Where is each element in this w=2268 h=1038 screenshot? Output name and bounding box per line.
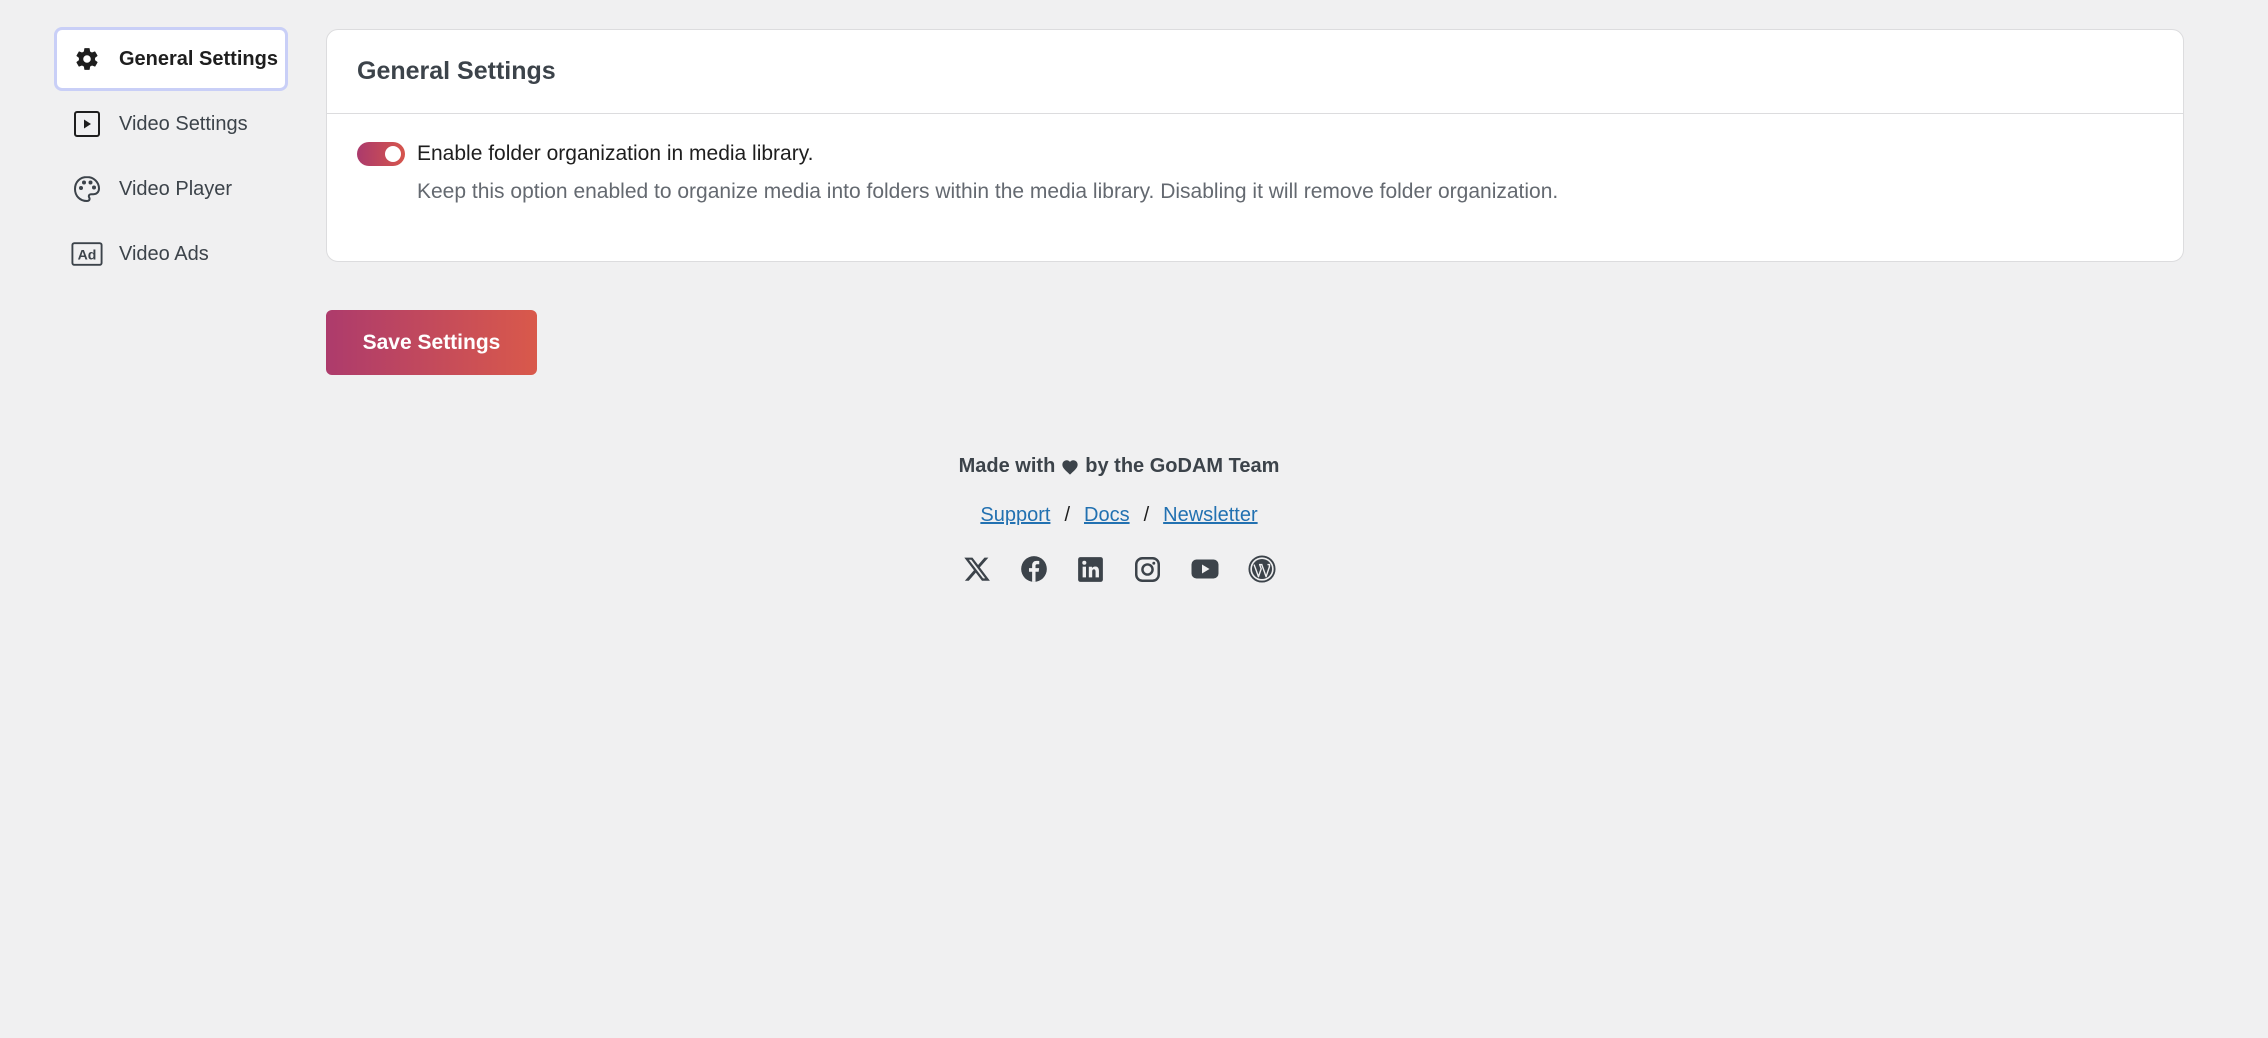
newsletter-link[interactable]: Newsletter xyxy=(1163,504,1257,527)
ad-icon: Ad xyxy=(71,238,103,270)
made-with-prefix: Made with xyxy=(958,455,1056,477)
made-with-suffix: by the GoDAM Team xyxy=(1085,455,1280,477)
play-square-icon xyxy=(71,108,103,140)
youtube-icon[interactable] xyxy=(1191,555,1219,583)
sidebar-item-video-ads[interactable]: Ad Video Ads xyxy=(54,222,288,286)
folder-organization-toggle[interactable] xyxy=(357,142,405,166)
folder-organization-help: Keep this option enabled to organize med… xyxy=(417,180,1559,203)
save-settings-button[interactable]: Save Settings xyxy=(326,310,537,375)
link-separator: / xyxy=(1143,504,1150,526)
card-title: General Settings xyxy=(357,57,556,85)
sidebar-item-video-player[interactable]: Video Player xyxy=(54,157,288,221)
svg-text:Ad: Ad xyxy=(78,247,97,263)
made-with-text: Made with by the GoDAM Team xyxy=(326,455,1912,478)
sidebar-item-video-settings[interactable]: Video Settings xyxy=(54,92,288,156)
docs-link[interactable]: Docs xyxy=(1084,504,1130,527)
social-links xyxy=(326,555,1912,583)
gear-icon xyxy=(71,43,103,75)
x-icon[interactable] xyxy=(963,555,991,583)
page: General Settings Video Settings Video Pl… xyxy=(0,0,2268,1038)
heart-icon xyxy=(1061,459,1079,475)
card-body: Enable folder organization in media libr… xyxy=(327,114,2183,204)
folder-organization-label: Enable folder organization in media libr… xyxy=(417,142,814,165)
link-separator: / xyxy=(1064,504,1070,526)
toggle-knob xyxy=(385,146,401,162)
support-link[interactable]: Support xyxy=(980,504,1050,527)
card-header: General Settings xyxy=(327,30,2183,114)
sidebar-nav: General Settings Video Settings Video Pl… xyxy=(54,27,288,287)
sidebar-item-label: Video Ads xyxy=(119,242,209,265)
sidebar-item-label: Video Player xyxy=(119,177,233,200)
wordpress-icon[interactable] xyxy=(1247,555,1276,583)
sidebar-item-label: Video Settings xyxy=(119,112,248,135)
sidebar-item-general-settings[interactable]: General Settings xyxy=(54,27,288,91)
footer-links: Support / Docs / Newsletter xyxy=(326,504,1912,527)
footer: Made with by the GoDAM Team Support / Do… xyxy=(326,455,1912,583)
folder-organization-option: Enable folder organization in media libr… xyxy=(357,142,2153,166)
palette-icon xyxy=(71,173,103,205)
sidebar-item-label: General Settings xyxy=(119,47,278,70)
instagram-icon[interactable] xyxy=(1134,555,1162,583)
linkedin-icon[interactable] xyxy=(1077,555,1105,583)
settings-card: General Settings Enable folder organizat… xyxy=(326,29,2184,262)
facebook-icon[interactable] xyxy=(1020,555,1048,583)
